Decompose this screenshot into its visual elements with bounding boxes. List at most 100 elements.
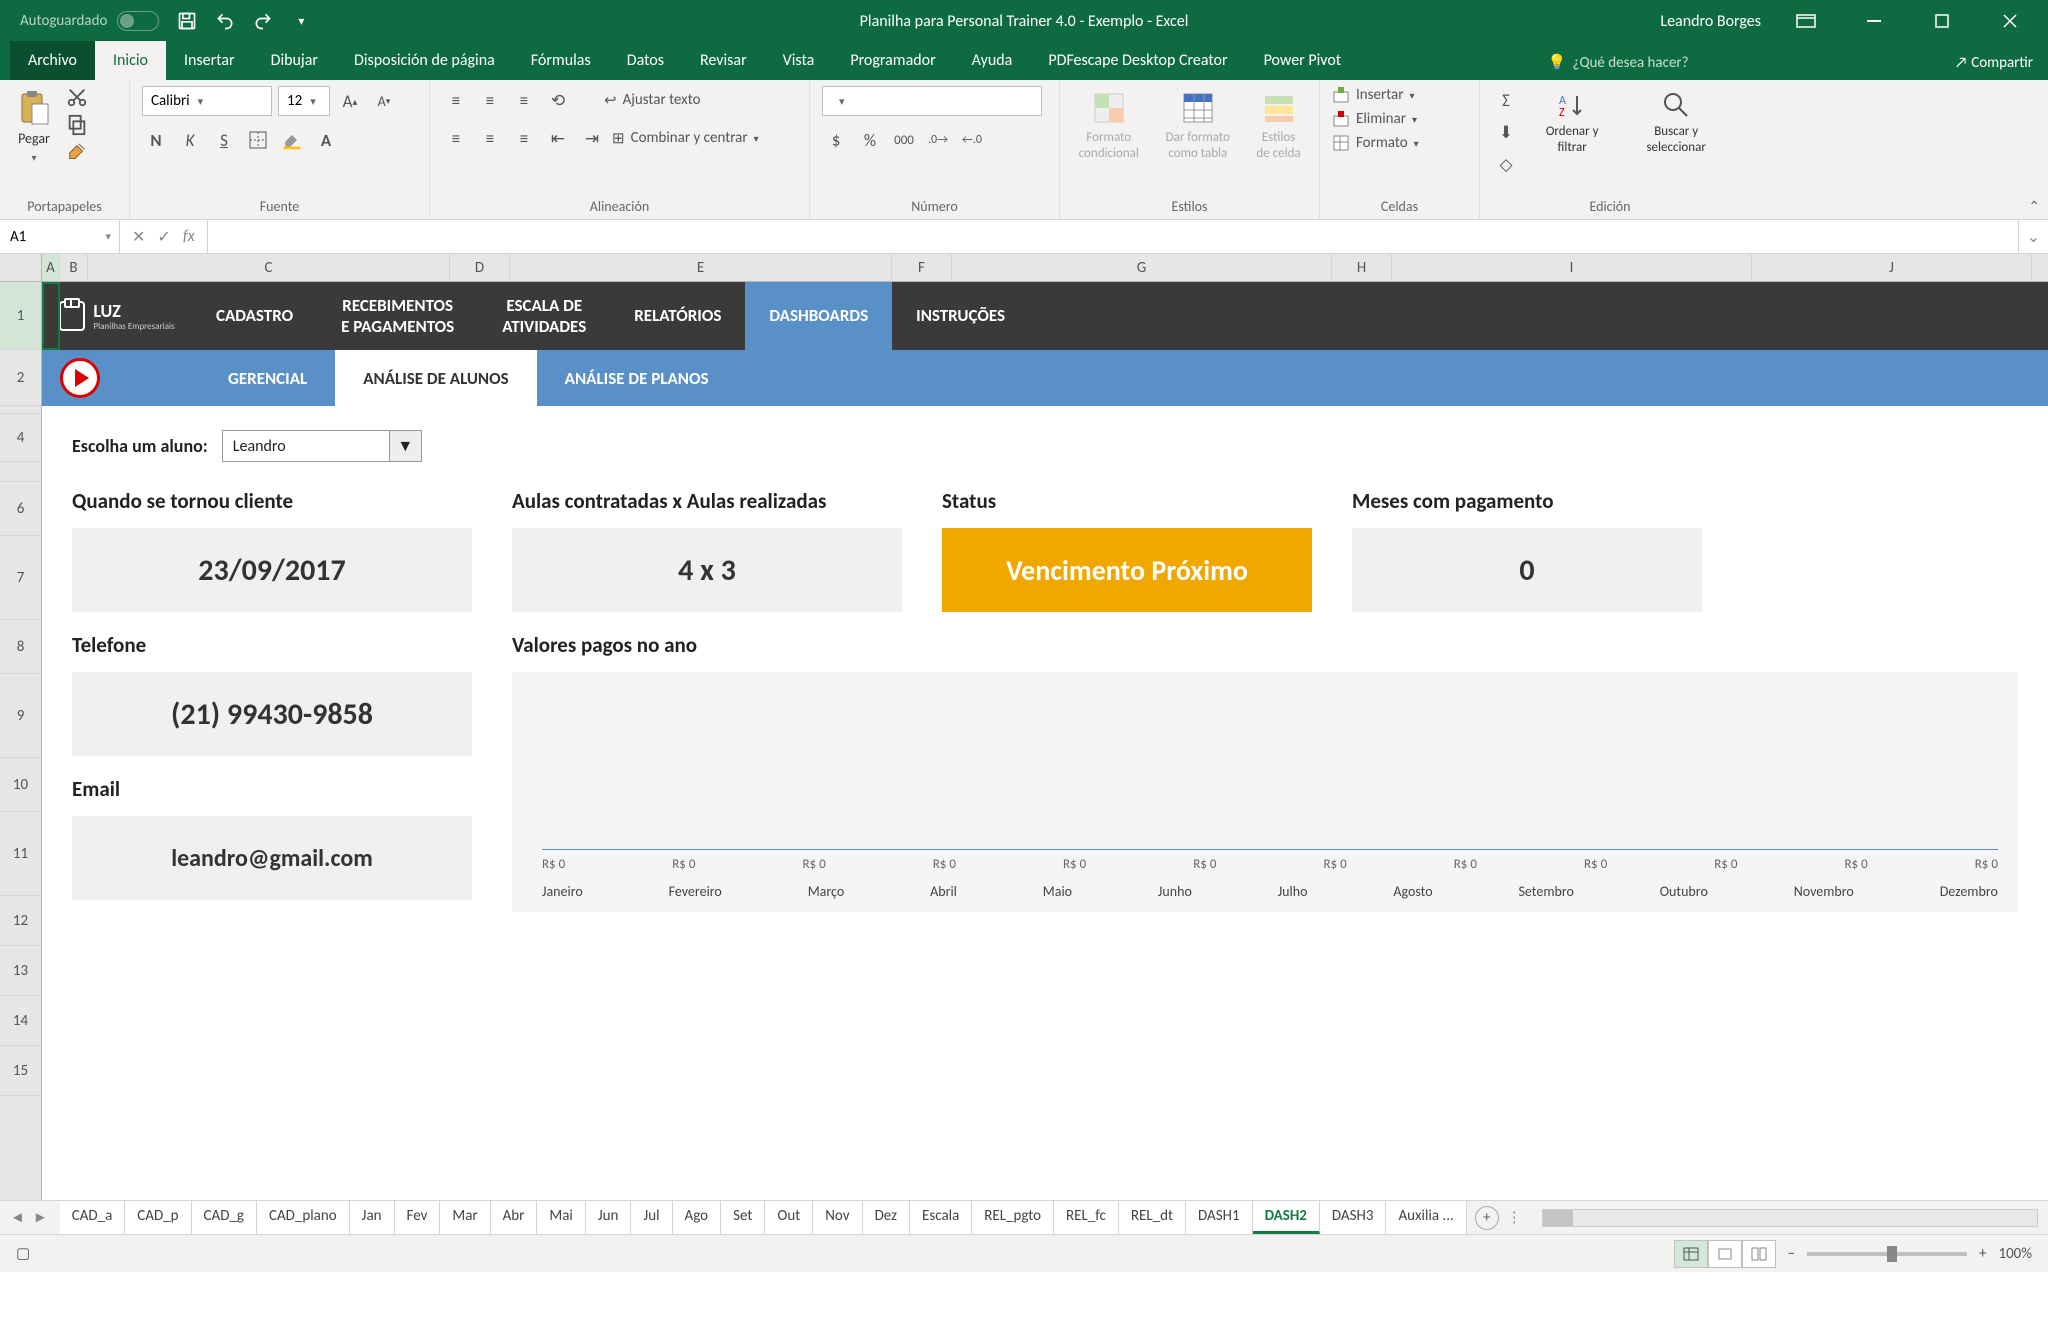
col-header[interactable]: I xyxy=(1392,254,1752,281)
col-header[interactable]: J xyxy=(1752,254,2032,281)
col-header[interactable]: F xyxy=(892,254,952,281)
accounting-icon[interactable]: $ xyxy=(822,126,850,154)
format-painter-icon[interactable] xyxy=(66,142,88,164)
autosave-toggle[interactable]: Autoguardado xyxy=(20,11,159,31)
col-header[interactable]: D xyxy=(450,254,510,281)
sheet-tabs-more-icon[interactable]: ⋮ xyxy=(1507,1208,1522,1227)
format-cells-button[interactable]: Formato▾ xyxy=(1332,134,1467,152)
autosum-icon[interactable]: Σ xyxy=(1492,86,1520,114)
number-format-dropdown[interactable] xyxy=(822,86,1042,116)
merge-center-button[interactable]: ⊞Combinar y centrar▾ xyxy=(612,124,759,152)
sheet-tab[interactable]: CAD_plano xyxy=(257,1201,350,1234)
border-icon[interactable] xyxy=(244,126,272,154)
student-select[interactable]: Leandro ▼ xyxy=(222,430,422,462)
add-sheet-button[interactable]: + xyxy=(1475,1206,1499,1230)
nav-instrucoes[interactable]: INSTRUÇÕES xyxy=(892,282,1029,350)
sheet-tab[interactable]: CAD_p xyxy=(125,1201,191,1234)
nav-cadastro[interactable]: CADASTRO xyxy=(192,282,317,350)
row-header[interactable]: 10 xyxy=(0,758,41,812)
align-top-icon[interactable]: ≡ xyxy=(442,86,470,114)
play-icon[interactable] xyxy=(60,358,100,398)
ribbon-options-icon[interactable] xyxy=(1783,0,1829,42)
fill-color-icon[interactable] xyxy=(278,126,306,154)
fx-icon[interactable]: fx xyxy=(183,227,195,246)
zoom-level[interactable]: 100% xyxy=(1998,1245,2032,1263)
conditional-format-button[interactable]: Formato condicional xyxy=(1072,86,1146,165)
tell-me-icon[interactable]: 💡 xyxy=(1548,53,1567,72)
horizontal-scrollbar[interactable] xyxy=(1542,1209,2038,1227)
sheet-tab[interactable]: DASH2 xyxy=(1253,1201,1320,1234)
align-left-icon[interactable]: ≡ xyxy=(442,124,470,152)
redo-icon[interactable] xyxy=(253,11,273,31)
orientation-icon[interactable]: ⟲ xyxy=(544,86,572,114)
subnav-gerencial[interactable]: GERENCIAL xyxy=(200,350,335,406)
bold-icon[interactable]: N xyxy=(142,126,170,154)
sheet-tab[interactable]: Jan xyxy=(350,1201,395,1234)
copy-icon[interactable] xyxy=(66,114,88,136)
sheet-nav-next-icon[interactable]: ► xyxy=(33,1209,48,1227)
row-header[interactable]: 6 xyxy=(0,482,41,536)
increase-indent-icon[interactable]: ⇥ xyxy=(578,124,606,152)
qat-dropdown-icon[interactable]: ▾ xyxy=(291,11,311,31)
sheet-tab[interactable]: REL_pgto xyxy=(972,1201,1054,1234)
sheet-tab[interactable]: Auxilia ... xyxy=(1386,1201,1466,1234)
user-name[interactable]: Leandro Borges xyxy=(1660,12,1761,31)
undo-icon[interactable] xyxy=(215,11,235,31)
clear-icon[interactable]: ◇ xyxy=(1492,150,1520,178)
row-header[interactable]: 14 xyxy=(0,996,41,1046)
row-header[interactable]: 12 xyxy=(0,896,41,946)
cell-styles-button[interactable]: Estilos de celda xyxy=(1250,86,1307,165)
sheet-tab[interactable]: Jul xyxy=(631,1201,672,1234)
sheet-tab[interactable]: REL_fc xyxy=(1054,1201,1119,1234)
font-color-icon[interactable]: A xyxy=(312,126,340,154)
row-header[interactable]: 2 xyxy=(0,350,41,406)
decrease-font-icon[interactable]: A▾ xyxy=(370,87,398,115)
sheet-tab[interactable]: Mar xyxy=(440,1201,490,1234)
font-size-dropdown[interactable]: 12 xyxy=(278,86,330,116)
comma-icon[interactable]: 000 xyxy=(890,126,918,154)
col-header[interactable]: B xyxy=(60,254,88,281)
wrap-text-button[interactable]: ↩Ajustar texto xyxy=(604,86,701,114)
tab-view[interactable]: Vista xyxy=(765,41,833,80)
insert-cells-button[interactable]: Insertar▾ xyxy=(1332,86,1467,104)
tab-help[interactable]: Ayuda xyxy=(954,41,1031,80)
nav-recebimentos[interactable]: RECEBIMENTOSE PAGAMENTOS xyxy=(317,282,478,350)
decrease-indent-icon[interactable]: ⇤ xyxy=(544,124,572,152)
row-header[interactable]: 8 xyxy=(0,620,41,674)
page-layout-view-icon[interactable] xyxy=(1708,1240,1742,1268)
sheet-tab[interactable]: DASH1 xyxy=(1186,1201,1253,1234)
find-select-button[interactable]: Buscar y seleccionar xyxy=(1624,86,1728,159)
sheet-tab[interactable]: Nov xyxy=(813,1201,862,1234)
row-header[interactable]: 4 xyxy=(0,414,41,462)
underline-icon[interactable]: S xyxy=(210,126,238,154)
sheet-tab[interactable]: REL_dt xyxy=(1119,1201,1186,1234)
collapse-ribbon-icon[interactable]: ⌃ xyxy=(2028,198,2040,215)
sheet-tab[interactable]: Ago xyxy=(673,1201,722,1234)
sheet-tab[interactable]: Abr xyxy=(491,1201,538,1234)
row-header[interactable] xyxy=(0,462,41,482)
decrease-decimal-icon[interactable]: ←.0 xyxy=(958,126,986,154)
tab-layout[interactable]: Disposición de página xyxy=(336,41,513,80)
paste-button[interactable]: Pegar ▾ xyxy=(12,86,56,168)
align-right-icon[interactable]: ≡ xyxy=(510,124,538,152)
row-header[interactable]: 9 xyxy=(0,674,41,758)
expand-formula-icon[interactable]: ⌄ xyxy=(2018,220,2048,253)
col-header[interactable]: E xyxy=(510,254,892,281)
name-box[interactable]: A1 xyxy=(0,220,120,253)
subnav-analise-planos[interactable]: ANÁLISE DE PLANOS xyxy=(537,350,737,406)
maximize-icon[interactable] xyxy=(1919,0,1965,42)
tab-data[interactable]: Datos xyxy=(609,41,682,80)
sheet-tab[interactable]: Set xyxy=(721,1201,765,1234)
sheet-tab[interactable]: Mai xyxy=(537,1201,585,1234)
tab-formulas[interactable]: Fórmulas xyxy=(513,41,609,80)
cancel-formula-icon[interactable]: ✕ xyxy=(132,227,145,247)
nav-escala[interactable]: ESCALA DEATIVIDADES xyxy=(478,282,610,350)
tab-review[interactable]: Revisar xyxy=(682,41,765,80)
nav-dashboards[interactable]: DASHBOARDS xyxy=(745,282,892,350)
row-header[interactable]: 15 xyxy=(0,1046,41,1096)
nav-relatorios[interactable]: RELATÓRIOS xyxy=(610,282,745,350)
share-button[interactable]: ↗ Compartir xyxy=(1955,54,2033,72)
select-all-corner[interactable] xyxy=(0,254,42,281)
zoom-in-icon[interactable]: + xyxy=(1979,1245,1986,1263)
align-center-icon[interactable]: ≡ xyxy=(476,124,504,152)
